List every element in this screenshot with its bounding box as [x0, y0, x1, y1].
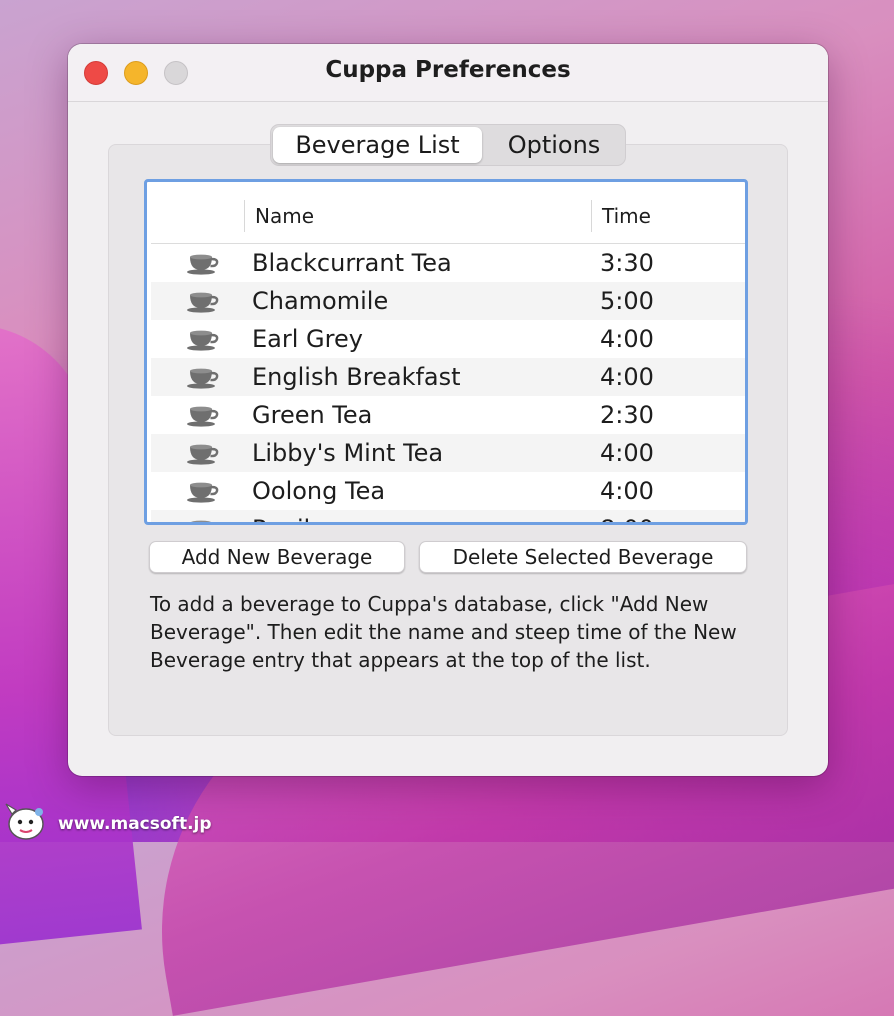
table-body: Blackcurrant Tea 3:30 Chamomile 5:00 Earl Gr… [151, 244, 745, 522]
column-separator[interactable] [244, 200, 245, 232]
steep-time: 4:00 [600, 325, 654, 353]
teacup-icon [187, 368, 219, 389]
steep-time: 4:00 [600, 363, 654, 391]
help-text: To add a beverage to Cuppa's database, c… [150, 592, 737, 672]
table-row[interactable]: Oolong Tea 4:00 [151, 472, 745, 510]
delete-beverage-button[interactable]: Delete Selected Beverage [419, 541, 747, 573]
preferences-window: Cuppa Preferences Beverage List Options … [68, 44, 828, 776]
beverage-name: Chamomile [252, 287, 389, 315]
table-row[interactable]: Earl Grey 4:00 [151, 320, 745, 358]
teacup-icon [187, 482, 219, 503]
mascot-logo-icon [5, 803, 44, 840]
beverage-name: Libby's Mint Tea [252, 439, 444, 467]
table-row[interactable]: Green Tea 2:30 [151, 396, 745, 434]
table-row[interactable]: Libby's Mint Tea 4:00 [151, 434, 745, 472]
column-separator[interactable] [591, 200, 592, 232]
steep-time: 8:00 [600, 515, 654, 522]
column-header-time[interactable]: Time [602, 204, 651, 228]
teacup-icon [187, 406, 219, 427]
steep-time: 3:30 [600, 249, 654, 277]
table-row[interactable]: Rooibos 8:00 [151, 510, 745, 522]
table-row[interactable]: Blackcurrant Tea 3:30 [151, 244, 745, 282]
title-bar: Cuppa Preferences [68, 44, 828, 102]
beverage-table[interactable]: Name Time Blackcurrant Tea 3:30 Chamomile 5… [144, 179, 748, 525]
beverage-name: Blackcurrant Tea [252, 249, 452, 277]
table-header: Name Time [151, 186, 745, 244]
table-row[interactable]: English Breakfast 4:00 [151, 358, 745, 396]
teacup-icon [187, 444, 219, 465]
steep-time: 5:00 [600, 287, 654, 315]
tab-selector: Beverage List Options [270, 124, 626, 166]
teacup-icon [191, 520, 211, 522]
teacup-icon [187, 254, 219, 275]
watermark-text: www.macsoft.jp [58, 814, 212, 834]
tab-beverage-list[interactable]: Beverage List [273, 127, 482, 163]
tab-options[interactable]: Options [485, 127, 623, 163]
beverage-name: Green Tea [252, 401, 373, 429]
steep-time: 4:00 [600, 477, 654, 505]
column-header-name[interactable]: Name [255, 204, 314, 228]
teacup-icon [187, 330, 219, 351]
steep-time: 2:30 [600, 401, 654, 429]
steep-time: 4:00 [600, 439, 654, 467]
add-beverage-button[interactable]: Add New Beverage [149, 541, 405, 573]
beverage-name: Rooibos [252, 515, 346, 522]
teacup-icon [187, 292, 219, 313]
beverage-name: Earl Grey [252, 325, 363, 353]
beverage-name: English Breakfast [252, 363, 461, 391]
beverage-name: Oolong Tea [252, 477, 386, 505]
table-row[interactable]: Chamomile 5:00 [151, 282, 745, 320]
window-title: Cuppa Preferences [325, 57, 571, 83]
